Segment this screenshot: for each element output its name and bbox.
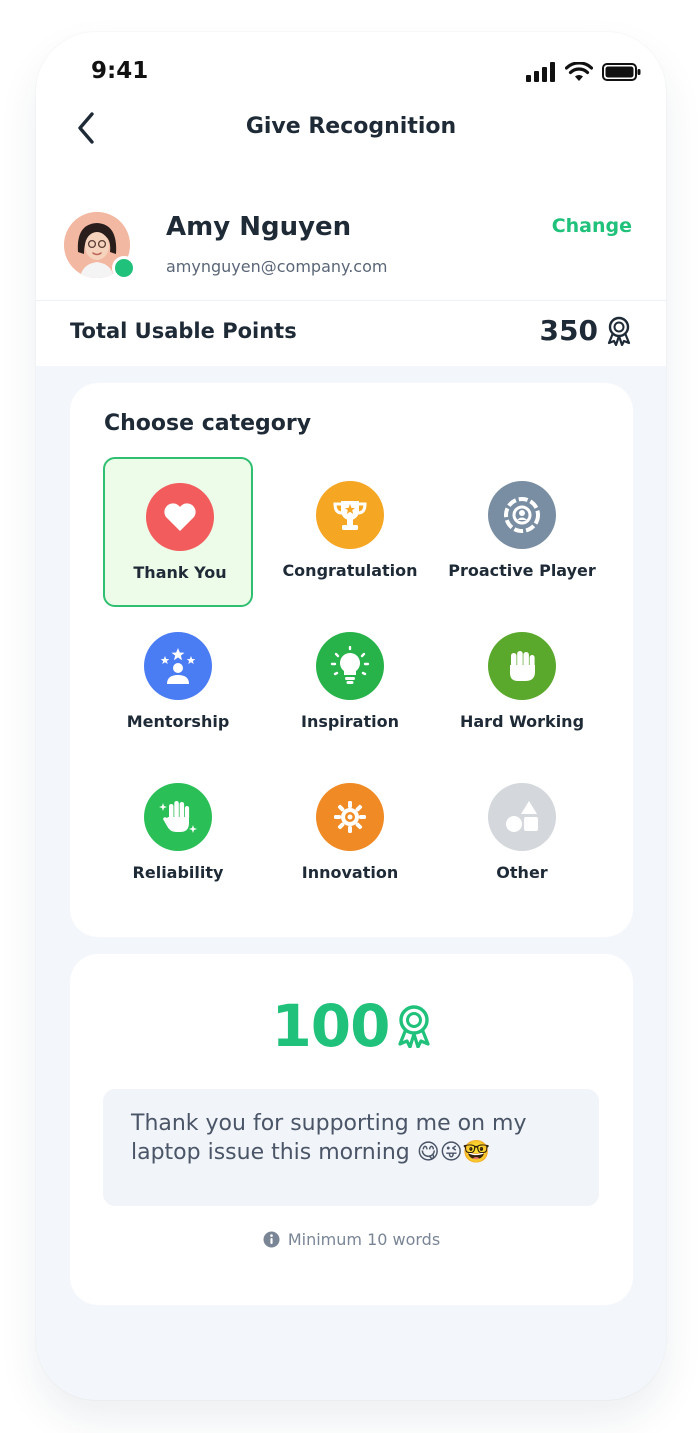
category-label: Proactive Player xyxy=(448,561,596,580)
category-label: Congratulation xyxy=(282,561,418,580)
category-label: Reliability xyxy=(132,863,224,882)
phone-screen: 9:41 Give Recognition Amy Nguyen amynguy… xyxy=(36,32,666,1400)
category-reliability[interactable]: Reliability xyxy=(103,759,253,909)
total-points-label: Total Usable Points xyxy=(70,319,297,343)
category-title: Choose category xyxy=(104,411,312,436)
total-points: 350 xyxy=(540,314,632,347)
status-icons xyxy=(526,62,642,82)
hand-sparkle-icon xyxy=(144,783,212,851)
page-title: Give Recognition xyxy=(245,114,457,139)
info-icon xyxy=(263,1231,280,1248)
category-label: Hard Working xyxy=(459,712,585,731)
lightbulb-icon xyxy=(316,632,384,700)
fist-icon xyxy=(488,632,556,700)
gear-sun-icon xyxy=(316,783,384,851)
category-proactive-player[interactable]: Proactive Player xyxy=(447,457,597,607)
category-thank-you[interactable]: Thank You xyxy=(103,457,253,607)
category-label: Thank You xyxy=(133,563,227,582)
wifi-icon xyxy=(565,62,593,81)
category-inspiration[interactable]: Inspiration xyxy=(275,608,425,758)
points-amount[interactable]: 100 xyxy=(70,992,633,1060)
category-label: Innovation xyxy=(301,863,399,882)
category-congratulation[interactable]: Congratulation xyxy=(275,457,425,607)
header-area: 9:41 Give Recognition Amy Nguyen amynguy… xyxy=(36,32,666,366)
total-points-value: 350 xyxy=(539,314,598,347)
award-badge-icon xyxy=(607,316,631,346)
online-status-dot xyxy=(112,256,136,280)
recipient-email: amynguyen@company.com xyxy=(166,257,388,276)
category-other[interactable]: Other xyxy=(447,759,597,909)
divider xyxy=(36,300,666,301)
word-count-hint: Minimum 10 words xyxy=(70,1230,633,1249)
change-recipient-button[interactable]: Change xyxy=(552,215,632,237)
recipient-name: Amy Nguyen xyxy=(166,212,352,242)
hint-text: Minimum 10 words xyxy=(287,1230,441,1249)
category-mentorship[interactable]: Mentorship xyxy=(103,608,253,758)
category-label: Other xyxy=(496,863,548,882)
message-input[interactable]: Thank you for supporting me on my laptop… xyxy=(103,1089,599,1206)
mentor-star-icon xyxy=(144,632,212,700)
category-card: Choose category Thank You Congratulation xyxy=(70,383,633,937)
category-innovation[interactable]: Innovation xyxy=(275,759,425,909)
category-label: Mentorship xyxy=(126,712,230,731)
points-amount-value: 100 xyxy=(271,992,390,1060)
signal-icon xyxy=(526,62,555,82)
shapes-icon xyxy=(488,783,556,851)
category-label: Inspiration xyxy=(300,712,399,731)
trophy-icon xyxy=(316,481,384,549)
status-time: 9:41 xyxy=(91,58,149,84)
heart-icon xyxy=(146,483,214,551)
award-badge-icon xyxy=(397,1005,430,1048)
battery-icon xyxy=(602,63,641,81)
recognition-card: 100 Thank you for supporting me on my la… xyxy=(70,954,633,1305)
category-hard-working[interactable]: Hard Working xyxy=(447,608,597,758)
target-icon xyxy=(488,481,556,549)
